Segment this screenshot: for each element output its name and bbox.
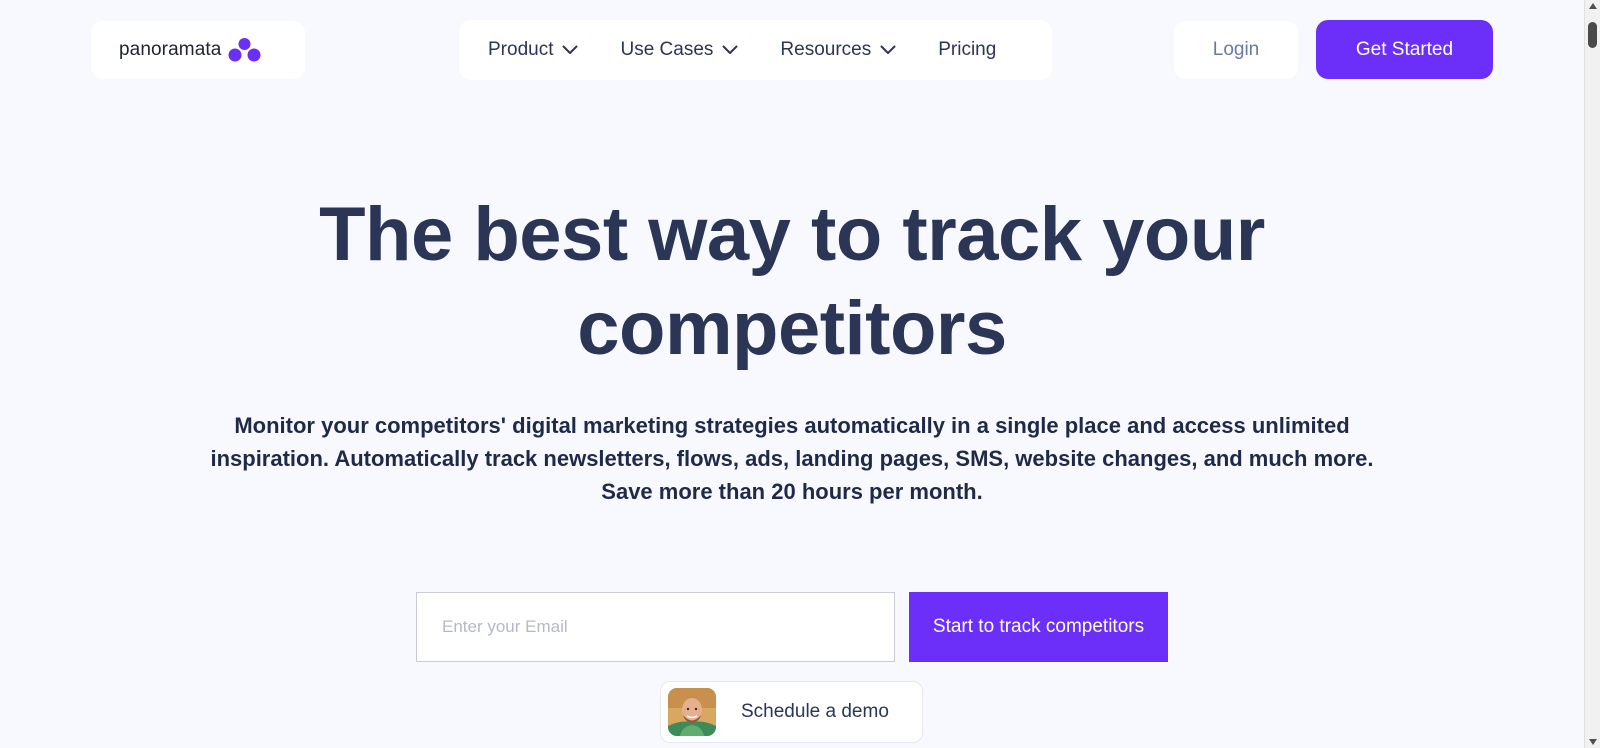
nav-item-label: Resources bbox=[780, 39, 872, 60]
nav-item-label: Use Cases bbox=[620, 39, 714, 60]
chevron-down-icon bbox=[722, 45, 738, 55]
person-avatar bbox=[668, 688, 716, 736]
get-started-button[interactable]: Get Started bbox=[1316, 20, 1493, 79]
email-input[interactable] bbox=[416, 592, 895, 662]
schedule-demo-label: Schedule a demo bbox=[741, 701, 889, 722]
nav-item-product[interactable]: Product bbox=[488, 39, 578, 61]
login-button[interactable]: Login bbox=[1174, 21, 1298, 79]
nav-item-use-cases[interactable]: Use Cases bbox=[620, 39, 738, 61]
chevron-down-icon bbox=[562, 45, 578, 55]
schedule-demo-button[interactable]: Schedule a demo bbox=[660, 681, 923, 743]
start-tracking-button[interactable]: Start to track competitors bbox=[909, 592, 1168, 662]
main-nav: Product Use Cases Resources Pricing bbox=[459, 20, 1052, 80]
logo[interactable]: panoramata bbox=[91, 21, 305, 79]
hero-title-line-1: The best way to track your bbox=[319, 192, 1265, 277]
nav-item-label: Pricing bbox=[938, 39, 997, 60]
nav-item-resources[interactable]: Resources bbox=[780, 39, 896, 61]
nav-item-label: Product bbox=[488, 39, 554, 60]
brand-name: panoramata bbox=[119, 39, 222, 60]
vertical-scrollbar[interactable] bbox=[1584, 0, 1600, 748]
hero-subtitle: Monitor your competitors' digital market… bbox=[210, 413, 1374, 504]
hero-title-line-2: competitors bbox=[577, 286, 1007, 371]
nav-item-pricing[interactable]: Pricing bbox=[938, 39, 996, 61]
scrollbar-thumb[interactable] bbox=[1588, 22, 1597, 48]
chevron-down-icon bbox=[880, 45, 896, 55]
scroll-up-arrow-icon[interactable] bbox=[1589, 3, 1597, 9]
three-circles-logo-icon bbox=[228, 38, 261, 62]
hero-title: The best way to track your competitors bbox=[0, 188, 1584, 376]
scroll-down-arrow-icon[interactable] bbox=[1589, 739, 1597, 745]
